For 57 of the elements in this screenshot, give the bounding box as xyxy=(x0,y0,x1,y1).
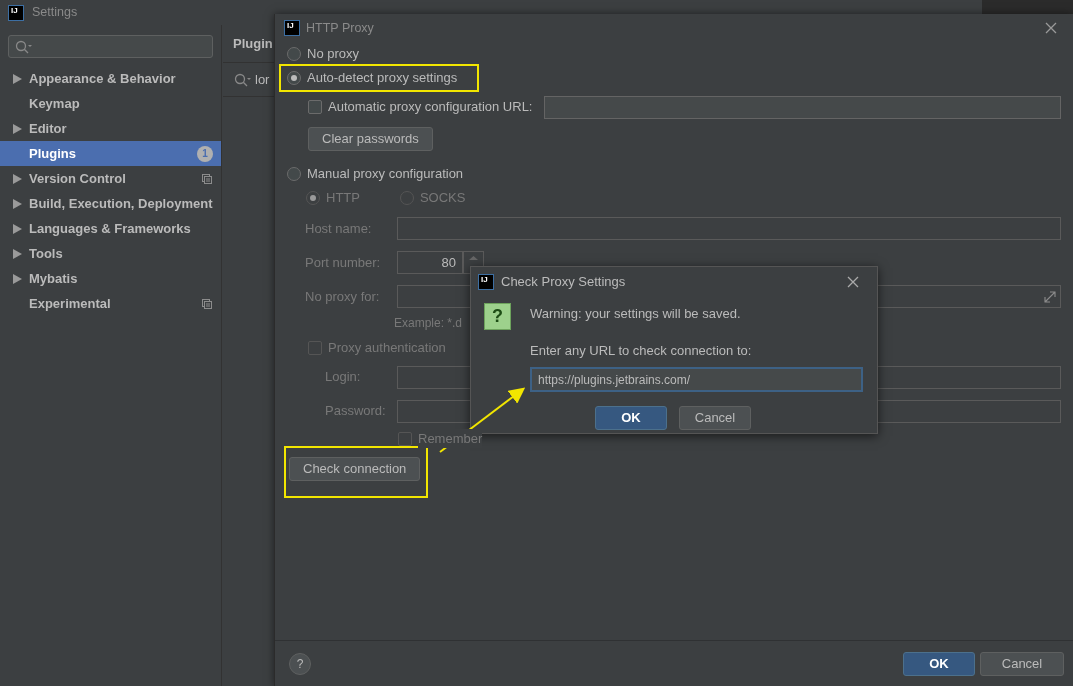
sidebar-item[interactable]: Keymap xyxy=(0,91,221,116)
sidebar-item[interactable]: Tools xyxy=(0,241,221,266)
app-logo: IJ xyxy=(478,274,494,290)
checkbox-label[interactable]: Automatic proxy configuration URL: xyxy=(328,97,533,117)
host-field[interactable] xyxy=(397,217,1061,240)
expand-arrow-icon[interactable] xyxy=(13,248,22,259)
radio-button[interactable] xyxy=(287,47,301,61)
field-label: Login: xyxy=(324,368,362,387)
sidebar-item[interactable]: Build, Execution, Deployment xyxy=(0,191,221,216)
sidebar-item[interactable]: Editor xyxy=(0,116,221,141)
app-logo: IJ xyxy=(8,4,24,21)
prompt-label: Enter any URL to check connection to: xyxy=(530,341,753,360)
sidebar-item[interactable]: Version Control xyxy=(0,166,221,191)
check-connection-button[interactable]: Check connection xyxy=(289,456,421,481)
example-hint: Example: *.d xyxy=(394,315,463,332)
window-title: Settings xyxy=(32,4,78,22)
ok-button[interactable]: OK xyxy=(595,406,667,430)
close-icon[interactable] xyxy=(847,276,859,288)
expand-arrow-icon[interactable] xyxy=(13,223,22,234)
url-input[interactable]: https://plugins.jetbrains.com/ xyxy=(530,367,863,392)
checkbox[interactable] xyxy=(308,100,322,114)
sidebar-item[interactable]: Plugins 1 xyxy=(0,141,221,166)
search-icon xyxy=(15,39,32,54)
search-field[interactable] xyxy=(8,35,213,58)
expand-arrow-icon[interactable] xyxy=(13,173,22,184)
expand-arrow-icon[interactable] xyxy=(13,73,22,84)
warning-message: Warning: your settings will be saved. xyxy=(530,305,742,323)
search-icon xyxy=(234,72,251,87)
question-icon: ? xyxy=(484,303,511,330)
expand-arrow-icon[interactable] xyxy=(13,273,22,284)
field-label: Port number: xyxy=(304,253,382,272)
expand-icon[interactable] xyxy=(1044,290,1056,303)
sidebar-item[interactable]: Experimental xyxy=(0,291,221,316)
help-button[interactable]: ? xyxy=(289,652,311,675)
search-text: lor xyxy=(255,70,270,89)
app-logo: IJ xyxy=(284,20,300,36)
radio-button[interactable] xyxy=(287,71,301,85)
cancel-button[interactable]: Cancel xyxy=(980,651,1064,676)
close-icon[interactable] xyxy=(1045,22,1057,34)
field-label: No proxy for: xyxy=(304,287,381,306)
count-badge: 1 xyxy=(197,145,213,162)
clear-passwords-button[interactable]: Clear passwords xyxy=(308,127,433,151)
field-label: Password: xyxy=(324,402,387,421)
expand-arrow-icon[interactable] xyxy=(13,123,22,134)
cancel-button[interactable]: Cancel xyxy=(679,406,751,430)
field-label: Host name: xyxy=(304,219,373,238)
sidebar-item[interactable]: Languages & Frameworks xyxy=(0,216,221,241)
url-field[interactable] xyxy=(544,95,1061,119)
ok-button[interactable]: OK xyxy=(903,651,975,676)
radio-label[interactable]: No proxy xyxy=(307,44,360,64)
sidebar-item[interactable]: Mybatis xyxy=(0,266,221,291)
radio-label[interactable]: Auto-detect proxy settings xyxy=(307,68,458,88)
expand-arrow-icon[interactable] xyxy=(13,198,22,209)
section-title: Plugin xyxy=(233,35,273,51)
sidebar-item[interactable]: Appearance & Behavior xyxy=(0,66,221,91)
dialog-title: HTTP Proxy xyxy=(306,19,375,37)
dialog-title: Check Proxy Settings xyxy=(501,273,627,292)
